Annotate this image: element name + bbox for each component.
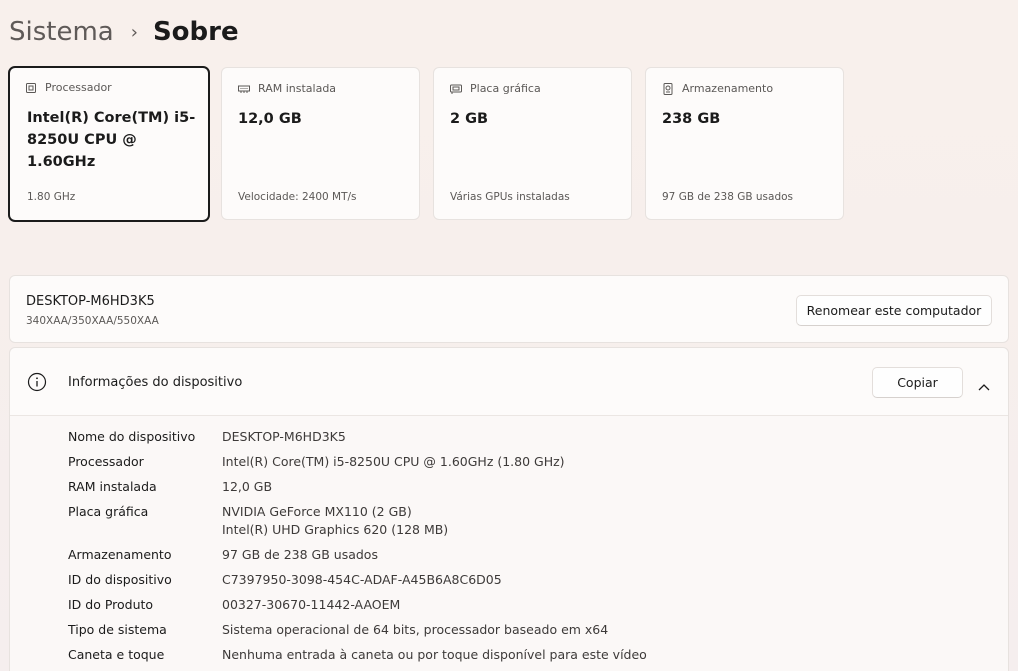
device-info-header[interactable]: Informações do dispositivo Copiar: [10, 348, 1008, 416]
chevron-up-icon[interactable]: [977, 377, 991, 391]
device-info-panel: Informações do dispositivo Copiar Nome d…: [9, 347, 1009, 671]
info-key: RAM instalada: [68, 479, 157, 494]
device-info-list: Nome do dispositivo DESKTOP-M6HD3K5 Proc…: [68, 428, 647, 671]
info-value: NVIDIA GeForce MX110 (2 GB) Intel(R) UHD…: [222, 503, 448, 539]
info-row-pen-touch: Caneta e toque Nenhuma entrada à caneta …: [68, 646, 647, 664]
page-title: Sobre: [152, 17, 239, 47]
spec-card-processor[interactable]: Processador Intel(R) Core(TM) i5-8250U C…: [8, 66, 210, 222]
info-key: ID do dispositivo: [68, 572, 172, 587]
info-icon: [27, 372, 47, 392]
info-key: Caneta e toque: [68, 647, 165, 662]
breadcrumb: Sistema › Sobre: [9, 13, 239, 51]
spec-card-label: RAM instalada: [238, 82, 336, 95]
spec-card-subtext: 1.80 GHz: [27, 191, 76, 203]
copy-button[interactable]: Copiar: [872, 367, 963, 398]
info-value-line: NVIDIA GeForce MX110 (2 GB): [222, 504, 412, 519]
spec-card-ram[interactable]: RAM instalada 12,0 GB Velocidade: 2400 M…: [221, 67, 420, 220]
info-row-product-id: ID do Produto 00327-30670-11442-AAOEM: [68, 596, 647, 614]
info-value: Intel(R) Core(TM) i5-8250U CPU @ 1.60GHz…: [222, 454, 565, 469]
info-key: ID do Produto: [68, 597, 154, 612]
spec-card-value: 2 GB: [450, 111, 489, 127]
spec-card-label: Processador: [25, 81, 112, 94]
storage-icon: [662, 82, 674, 95]
info-value: Nenhuma entrada à caneta ou por toque di…: [222, 647, 647, 662]
spec-card-subtext: 97 GB de 238 GB usados: [662, 191, 794, 203]
info-key: Armazenamento: [68, 547, 172, 562]
info-row-device-id: ID do dispositivo C7397950-3098-454C-ADA…: [68, 571, 647, 589]
info-value: 97 GB de 238 GB usados: [222, 547, 378, 562]
spec-card-gpu[interactable]: Placa gráfica 2 GB Várias GPUs instalada…: [433, 67, 632, 220]
info-key: Processador: [68, 454, 144, 469]
cpu-icon: [25, 82, 37, 94]
device-name-panel: DESKTOP-M6HD3K5 340XAA/350XAA/550XAA Ren…: [9, 275, 1009, 343]
device-name: DESKTOP-M6HD3K5: [26, 294, 155, 309]
spec-card-label: Placa gráfica: [450, 82, 541, 95]
info-key: Tipo de sistema: [68, 622, 167, 637]
info-row-system-type: Tipo de sistema Sistema operacional de 6…: [68, 621, 647, 639]
info-row-device-name: Nome do dispositivo DESKTOP-M6HD3K5: [68, 428, 647, 446]
info-value: C7397950-3098-454C-ADAF-A45B6A8C6D05: [222, 572, 502, 587]
device-model: 340XAA/350XAA/550XAA: [26, 315, 159, 327]
ram-icon: [238, 83, 250, 95]
info-value: DESKTOP-M6HD3K5: [222, 429, 346, 444]
info-row-processor: Processador Intel(R) Core(TM) i5-8250U C…: [68, 453, 647, 471]
info-value: 00327-30670-11442-AAOEM: [222, 597, 401, 612]
info-value: 12,0 GB: [222, 479, 273, 494]
info-row-ram: RAM instalada 12,0 GB: [68, 478, 647, 496]
spec-card-value: 12,0 GB: [238, 111, 302, 127]
spec-card-value: 238 GB: [662, 111, 721, 127]
spec-card-subtext: Várias GPUs instaladas: [450, 191, 570, 203]
spec-card-value: Intel(R) Core(TM) i5-8250U CPU @ 1.60GHz: [27, 110, 196, 170]
breadcrumb-parent-sistema[interactable]: Sistema: [9, 17, 114, 47]
rename-computer-button[interactable]: Renomear este computador: [796, 295, 992, 326]
device-info-title: Informações do dispositivo: [68, 375, 243, 390]
info-key: Placa gráfica: [68, 504, 149, 519]
info-value: Sistema operacional de 64 bits, processa…: [222, 622, 609, 637]
info-row-gpu: Placa gráfica NVIDIA GeForce MX110 (2 GB…: [68, 503, 647, 539]
info-row-storage: Armazenamento 97 GB de 238 GB usados: [68, 546, 647, 564]
breadcrumb-separator: ›: [130, 21, 138, 43]
info-value-line: Intel(R) UHD Graphics 620 (128 MB): [222, 522, 449, 537]
spec-card-storage[interactable]: Armazenamento 238 GB 97 GB de 238 GB usa…: [645, 67, 844, 220]
info-key: Nome do dispositivo: [68, 429, 196, 444]
spec-card-subtext: Velocidade: 2400 MT/s: [238, 191, 357, 203]
spec-card-label: Armazenamento: [662, 82, 773, 95]
gpu-icon: [450, 83, 462, 95]
